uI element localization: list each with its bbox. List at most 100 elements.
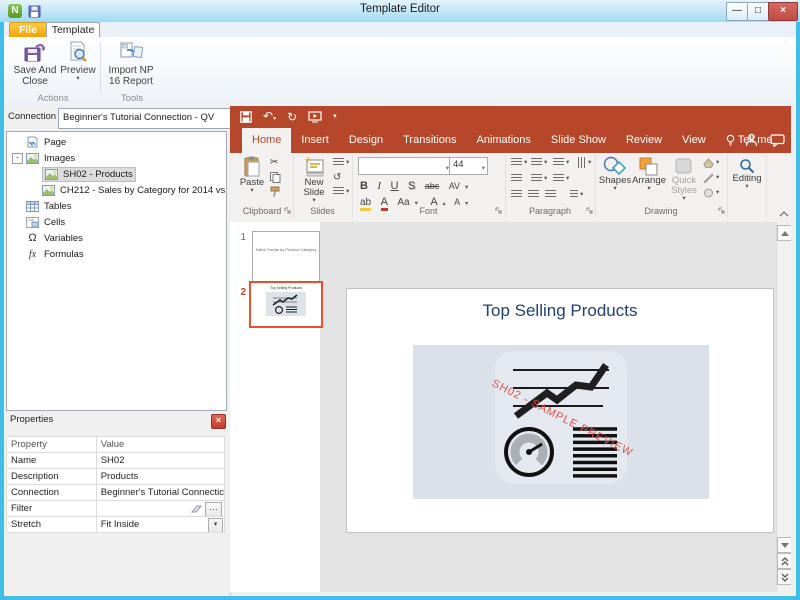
tables-icon — [26, 201, 39, 212]
tree-item-label: Cells — [42, 216, 67, 229]
scroll-up-button[interactable] — [777, 225, 792, 241]
properties-close-icon[interactable]: × — [211, 414, 226, 429]
scroll-down-button[interactable] — [777, 537, 792, 553]
tab-animations[interactable]: Animations — [467, 128, 541, 153]
connection-combobox[interactable]: Beginner's Tutorial Connection - QV ▾ — [58, 108, 244, 129]
reset-slide-icon[interactable]: ↺ — [333, 172, 341, 183]
property-value[interactable]: Fit Inside — [101, 519, 140, 530]
pp-qat-customize-icon[interactable]: ▾ — [333, 111, 337, 123]
decrease-indent-icon[interactable] — [511, 174, 522, 183]
bullets-icon[interactable]: ▾ — [511, 158, 527, 167]
tree-item-variables[interactable]: Ω Variables — [7, 230, 226, 246]
property-value[interactable]: Products — [96, 469, 224, 485]
align-right-icon[interactable] — [545, 190, 556, 199]
tree-item-ch212[interactable]: CH212 - Sales by Category for 2014 vs 20… — [7, 182, 226, 198]
smartart-convert-icon[interactable]: ▾ — [570, 190, 583, 199]
section-icon[interactable]: ▾ — [333, 187, 349, 196]
bold-button[interactable]: B — [360, 180, 368, 192]
slide-2-thumbnail[interactable]: Top Selling Products — [249, 281, 323, 328]
copy-icon[interactable] — [270, 172, 281, 183]
filter-ellipsis-button[interactable]: … — [205, 502, 222, 517]
slide-layout-icon[interactable]: ▾ — [333, 158, 349, 167]
numbering-icon[interactable]: ▾ — [531, 158, 547, 167]
shape-outline-icon[interactable]: ▾ — [703, 173, 719, 183]
paragraph-dialog-launcher-icon[interactable] — [586, 207, 594, 215]
new-slide-button[interactable]: New Slide ▾ — [297, 156, 331, 204]
tab-review[interactable]: Review — [616, 128, 672, 153]
chevron-down-icon[interactable]: ▾ — [482, 162, 485, 176]
import-np16-button[interactable]: Import NP 16 Report — [104, 40, 158, 92]
columns-icon[interactable]: ▾ — [553, 174, 569, 183]
eraser-icon[interactable] — [191, 504, 204, 514]
shapes-button[interactable]: Shapes ▾ — [599, 156, 631, 192]
tab-home[interactable]: Home — [242, 128, 291, 153]
table-row[interactable]: Name SH02 — [7, 453, 225, 469]
pp-undo-icon[interactable]: ↶▾ — [263, 110, 276, 125]
slide-title[interactable]: Top Selling Products — [347, 301, 773, 321]
previous-slide-button[interactable] — [777, 553, 792, 569]
page-icon — [26, 136, 39, 148]
cut-icon[interactable]: ✂ — [270, 157, 278, 168]
tree-item-formulas[interactable]: fx Formulas — [7, 246, 226, 262]
tab-insert[interactable]: Insert — [291, 128, 339, 153]
paste-button[interactable]: Paste ▾ — [236, 156, 268, 194]
table-row[interactable]: Connection Beginner's Tutorial Connectic — [7, 485, 225, 501]
property-value[interactable]: SH02 — [96, 453, 224, 469]
align-text-icon[interactable]: ▾ — [531, 174, 547, 183]
line-spacing-icon[interactable]: ▾ — [553, 158, 569, 167]
font-name-combobox[interactable]: ▾ — [358, 157, 452, 175]
tree-item-tables[interactable]: Tables — [7, 198, 226, 214]
table-row[interactable]: Filter … — [7, 501, 225, 517]
next-slide-button[interactable] — [777, 569, 792, 585]
stretch-dropdown-button[interactable]: ▾ — [208, 518, 223, 533]
tree-item-cells[interactable]: Cells — [7, 214, 226, 230]
drawing-dialog-launcher-icon[interactable] — [718, 207, 726, 215]
underline-button[interactable]: U — [391, 180, 399, 192]
comments-icon[interactable] — [770, 134, 785, 147]
collapse-ribbon-icon[interactable] — [779, 211, 789, 217]
italic-button[interactable]: I — [377, 180, 381, 192]
minimize-button[interactable]: — — [726, 2, 748, 21]
close-button[interactable]: × — [768, 2, 798, 21]
font-dialog-launcher-icon[interactable] — [495, 207, 503, 215]
table-row[interactable]: Description Products — [7, 469, 225, 485]
preview-button[interactable]: Preview ▾ — [60, 40, 96, 92]
save-and-close-button[interactable]: Save And Close — [12, 40, 58, 92]
tab-view[interactable]: View — [672, 128, 716, 153]
clipboard-dialog-launcher-icon[interactable] — [284, 207, 292, 215]
shape-effects-icon[interactable]: ▾ — [703, 188, 719, 198]
sample-chart-image: SH02 - SAMPLE PREVIEW — [413, 345, 709, 499]
format-painter-icon[interactable] — [270, 186, 281, 198]
tree-item-sh02-products[interactable]: SH02 - Products — [7, 166, 226, 182]
collapse-expander-icon[interactable]: - — [12, 153, 23, 164]
tab-transitions[interactable]: Transitions — [393, 128, 466, 153]
align-left-icon[interactable] — [511, 190, 522, 199]
shape-fill-icon[interactable]: ▾ — [703, 158, 719, 168]
chevron-down-icon[interactable]: ▾ — [273, 116, 276, 122]
pp-start-from-beginning-icon[interactable] — [308, 111, 322, 123]
slide-1-thumbnail[interactable]: Sales Trends by Product Category — [252, 231, 320, 286]
tab-design[interactable]: Design — [339, 128, 393, 153]
font-size-combobox[interactable]: 44▾ — [449, 157, 488, 175]
preview-dropdown-icon[interactable]: ▾ — [76, 76, 79, 82]
align-center-icon[interactable] — [528, 190, 539, 199]
character-spacing-button[interactable]: AV — [449, 181, 460, 191]
table-row[interactable]: Stretch Fit Inside ▾ — [7, 517, 225, 533]
template-tab[interactable]: Template — [46, 22, 100, 38]
share-person-icon[interactable] — [745, 133, 758, 147]
tab-slide-show[interactable]: Slide Show — [541, 128, 616, 153]
tree-item-page[interactable]: Page — [7, 134, 226, 150]
pp-redo-icon[interactable]: ↻ — [287, 111, 297, 123]
maximize-button[interactable]: □ — [747, 2, 769, 21]
slide-editor[interactable]: Top Selling Products SH02 - SAMPLE PREVI… — [346, 288, 774, 533]
property-value[interactable]: Beginner's Tutorial Connectic — [96, 485, 224, 501]
text-direction-icon[interactable]: ▾ — [575, 158, 591, 167]
arrange-button[interactable]: Arrange ▾ — [632, 156, 666, 192]
pp-save-icon[interactable] — [240, 111, 252, 123]
tree-item-images[interactable]: - Images — [7, 150, 226, 166]
quick-styles-button[interactable]: Quick Styles ▾ — [668, 156, 700, 202]
text-shadow-button[interactable]: S — [408, 180, 415, 192]
slide-image-placeholder[interactable]: SH02 - SAMPLE PREVIEW — [413, 345, 709, 499]
strikethrough-button[interactable]: abc — [425, 181, 440, 191]
editing-button[interactable]: Editing ▾ — [730, 158, 764, 190]
